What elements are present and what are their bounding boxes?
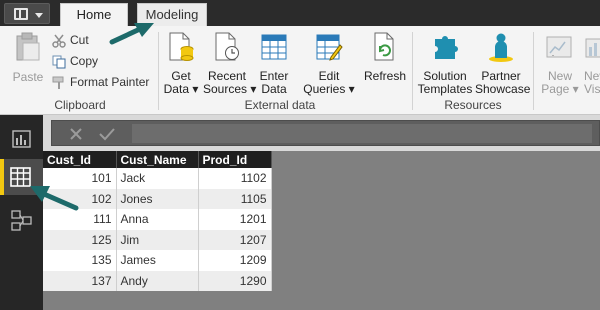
paste-label: Paste [12,70,44,84]
refresh-button[interactable]: Refresh [362,31,408,83]
column-header-cust-name[interactable]: Cust_Name [116,151,199,168]
scissors-icon [52,34,66,48]
table-cell[interactable]: 125 [43,229,117,250]
data-grid: Cust_Id Cust_Name Prod_Id 101 Jack 1102 … [43,151,272,291]
commit-icon[interactable] [98,126,116,142]
edit-table-icon [316,34,343,61]
partner-showcase-button[interactable]: Partner Showcase [475,31,531,96]
data-table: Cust_Id Cust_Name Prod_Id 101 Jack 1102 … [43,151,272,291]
paste-button[interactable]: Paste [10,32,46,84]
refresh-icon [374,32,394,61]
report-view-button[interactable] [4,121,39,157]
get-data-label-2: Data ▾ [163,82,199,96]
person-icon [489,33,513,62]
format-painter-label: Format Painter [70,75,150,89]
format-painter-button[interactable]: Format Painter [52,74,149,90]
file-icon [14,8,28,20]
enter-data-label-2: Data [261,82,287,96]
resources-group-label: Resources [444,98,502,112]
get-data-button[interactable]: Get Data ▾ [162,31,200,96]
table-cell[interactable]: 1290 [198,270,272,291]
annotation-arrow-modeling [109,23,154,45]
formula-bar-frame [51,120,600,146]
new-page-label-2: Page ▾ [541,82,579,96]
table-cell[interactable]: 1201 [198,209,272,230]
table-row: 125 Jim 1207 [43,229,272,250]
table-cell[interactable]: 137 [43,270,117,291]
ribbon: Paste Cut Copy Format Painter Clipboard [0,26,600,115]
table-row: 137 Andy 1290 [43,270,272,291]
solution-templates-label-2: Templates [417,82,473,96]
enter-data-button[interactable]: Enter Data [256,31,292,96]
column-header-cust-id[interactable]: Cust_Id [43,151,117,168]
table-cell[interactable]: 1209 [198,250,272,271]
table-cell[interactable]: 135 [43,250,117,271]
copy-button[interactable]: Copy [52,53,98,69]
chevron-down-icon [35,13,43,18]
column-header-prod-id[interactable]: Prod_Id [198,151,272,168]
group-divider [412,32,413,110]
file-menu-button[interactable] [4,3,50,24]
copy-label: Copy [70,54,99,68]
table-cell[interactable]: 1207 [198,229,272,250]
partner-showcase-label-2: Showcase [475,82,531,96]
document-database-icon [169,32,194,61]
clipboard-group-label: Clipboard [54,98,106,112]
cut-label: Cut [70,33,89,47]
table-header-row: Cust_Id Cust_Name Prod_Id [43,151,272,168]
formula-bar [43,115,600,151]
new-visual-button[interactable]: New Vis [584,31,600,96]
group-divider [533,32,534,110]
edit-queries-label-2: Queries ▾ [303,82,355,96]
table-icon [261,34,287,60]
tab-strip: Home Modeling [0,0,600,26]
table-cell[interactable]: Jack [116,168,199,189]
recent-sources-button[interactable]: Recent Sources ▾ [203,31,257,96]
table-row: 135 James 1209 [43,250,272,271]
cut-button[interactable]: Cut [52,32,89,48]
table-cell[interactable]: Andy [116,270,199,291]
puzzle-icon [435,36,458,59]
edit-queries-button[interactable]: Edit Queries ▾ [302,31,356,96]
new-page-icon [546,36,572,58]
external-data-group-label: External data [244,98,316,112]
new-page-button[interactable]: New Page ▾ [538,31,582,96]
copy-icon [52,55,66,69]
table-cell[interactable]: Jim [116,229,199,250]
new-visual-icon [585,38,600,58]
table-cell[interactable]: Jones [116,188,199,209]
paintbrush-icon [52,76,64,89]
document-clock-icon [215,32,239,61]
paste-icon [16,32,40,61]
table-cell[interactable]: Anna [116,209,199,230]
table-cell[interactable]: James [116,250,199,271]
solution-templates-button[interactable]: Solution Templates [416,31,474,96]
bar-chart-icon [12,130,31,148]
annotation-arrow-data-view [30,186,79,211]
new-visual-label-2: Vis [584,82,600,96]
cancel-icon[interactable] [68,126,84,142]
formula-input[interactable] [132,124,592,143]
recent-sources-label-2: Sources ▾ [203,82,257,96]
refresh-label: Refresh [363,69,407,83]
table-cell[interactable]: 1102 [198,168,272,189]
table-cell[interactable]: 1105 [198,188,272,209]
